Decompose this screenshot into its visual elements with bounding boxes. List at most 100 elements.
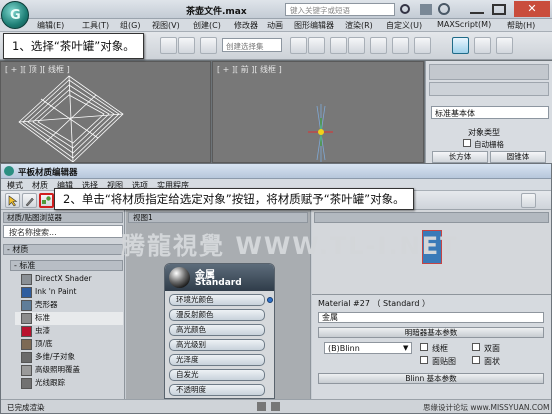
view-tab[interactable]: 视图1 <box>128 212 308 223</box>
material-item-selected[interactable]: 标准 <box>15 312 123 325</box>
tea-canister-wireframe[interactable] <box>1 62 211 162</box>
slate-menu-modes[interactable]: 模式 <box>7 180 23 191</box>
output-socket-icon[interactable] <box>267 297 273 303</box>
node-slot[interactable]: 高光颜色 <box>169 324 265 336</box>
title-bar: 茶壶文件.max 键入关键字或短语 ✕ <box>0 0 552 19</box>
node-header[interactable]: 金属 Standard <box>165 264 274 291</box>
material-swatch-icon <box>21 339 32 350</box>
slate-tool-extra-icon[interactable] <box>521 193 536 208</box>
close-button[interactable]: ✕ <box>514 1 550 17</box>
slate-title-bar: 平板材质编辑器 <box>1 164 551 179</box>
slate-title: 平板材质编辑器 <box>18 168 78 178</box>
viewport-front[interactable]: [ + ][ 前 ][ 线框 ] <box>212 61 424 163</box>
menu-create[interactable]: 创建(C) <box>193 20 221 31</box>
community-icon[interactable] <box>420 4 432 15</box>
material-name-field[interactable]: 金属 <box>318 312 544 323</box>
primitive-type-dropdown[interactable]: 标准基本体 <box>431 106 549 119</box>
menu-group[interactable]: 组(G) <box>120 20 140 31</box>
material-item-label: DirectX Shader <box>35 274 92 283</box>
menu-views[interactable]: 视图(V) <box>152 20 180 31</box>
teapot-render-icon[interactable] <box>496 37 513 54</box>
command-panel: 标准基本体 对象类型 自动栅格 长方体 圆锥体 <box>425 61 552 163</box>
faceted-checkbox[interactable] <box>472 356 480 364</box>
menu-tools[interactable]: 工具(T) <box>82 20 109 31</box>
browser-search-input[interactable]: 按名称搜索... <box>3 225 123 238</box>
node-slot[interactable]: 环境光颜色 <box>169 294 265 306</box>
slate-menu-material[interactable]: 材质 <box>32 180 48 191</box>
menu-rendering[interactable]: 渲染(R) <box>345 20 373 31</box>
two-sided-checkbox[interactable] <box>472 343 480 351</box>
face-map-checkbox[interactable] <box>420 356 428 364</box>
autogrid-label: 自动栅格 <box>474 140 504 149</box>
pick-material-icon[interactable] <box>22 193 37 208</box>
mirror-icon[interactable] <box>290 37 307 54</box>
viewport-top[interactable]: [ + ][ 顶 ][ 线框 ] <box>0 61 211 163</box>
face-map-label: 面贴图 <box>432 357 456 366</box>
material-item-label: 高级照明覆盖 <box>35 365 80 374</box>
group-standard[interactable]: - 标准 <box>10 260 123 271</box>
status-text: 已完成渲染 <box>7 403 45 412</box>
material-item-label: Ink 'n Paint <box>35 287 77 296</box>
material-node-metal[interactable]: 金属 Standard 环境光颜色 漫反射颜色 高光颜色 高光级别 光泽度 自发… <box>164 263 275 399</box>
render-frame-icon[interactable] <box>452 37 469 54</box>
help-icon[interactable] <box>438 3 450 15</box>
object-type-rollout[interactable]: 对象类型 <box>468 127 500 138</box>
menu-edit[interactable]: 编辑(E) <box>37 20 64 31</box>
select-name-icon[interactable] <box>178 37 195 54</box>
box-button[interactable]: 长方体 <box>432 151 488 163</box>
menu-modifiers[interactable]: 修改器 <box>234 20 258 31</box>
selection-set-dropdown[interactable]: 创建选择集 <box>222 38 282 52</box>
pan-icon[interactable] <box>271 402 280 411</box>
menu-help[interactable]: 帮助(H) <box>507 20 535 31</box>
menu-graph-editors[interactable]: 图形编辑器 <box>294 20 334 31</box>
app-logo-icon[interactable]: G <box>1 1 29 29</box>
site-credit: 思缘设计论坛 www.MISSYUAN.COM <box>423 403 550 412</box>
blinn-basic-rollout[interactable]: Blinn 基本参数 <box>318 373 544 384</box>
autogrid-checkbox[interactable] <box>463 139 471 147</box>
render-setup-icon[interactable] <box>414 37 431 54</box>
search-input[interactable]: 键入关键字或短语 <box>285 3 395 16</box>
node-subtitle: Standard <box>195 278 242 288</box>
material-preview-sphere <box>169 267 190 288</box>
node-slot[interactable]: 不透明度 <box>169 384 265 396</box>
command-panel-tabs[interactable] <box>429 64 549 80</box>
chevron-down-icon: ▼ <box>403 344 409 352</box>
curve-editor-icon[interactable] <box>348 37 365 54</box>
group-materials[interactable]: - 材质 <box>3 244 123 255</box>
layer-icon[interactable] <box>330 37 347 54</box>
material-item-label: 虫漆 <box>35 326 50 335</box>
create-category-icons[interactable] <box>429 82 549 96</box>
material-swatch-icon <box>21 326 32 337</box>
search-icon[interactable] <box>400 4 410 14</box>
select-icon[interactable] <box>160 37 177 54</box>
wire-checkbox[interactable] <box>420 343 428 351</box>
node-slot[interactable]: 光泽度 <box>169 354 265 366</box>
schematic-icon[interactable] <box>370 37 387 54</box>
select-tool-icon[interactable] <box>5 193 20 208</box>
shader-basic-rollout[interactable]: 明暗器基本参数 <box>318 327 544 338</box>
primitive-type-value: 标准基本体 <box>435 109 475 118</box>
zoom-icon[interactable] <box>257 402 266 411</box>
two-sided-label: 双面 <box>484 344 500 353</box>
slate-status-bar: 已完成渲染 思缘设计论坛 www.MISSYUAN.COM <box>1 399 551 413</box>
minimize-button[interactable] <box>470 5 484 14</box>
material-editor-icon[interactable] <box>392 37 409 54</box>
snap-icon[interactable] <box>200 37 217 54</box>
node-slot[interactable]: 高光级别 <box>169 339 265 351</box>
node-slot[interactable]: 漫反射颜色 <box>169 309 265 321</box>
material-swatch-icon <box>21 352 32 363</box>
align-icon[interactable] <box>308 37 325 54</box>
assign-material-to-selection-icon[interactable] <box>39 193 54 208</box>
app-logo-glyph: G <box>10 8 21 23</box>
cone-button[interactable]: 圆锥体 <box>490 151 546 163</box>
menu-customize[interactable]: 自定义(U) <box>386 20 422 31</box>
menu-maxscript[interactable]: MAXScript(M) <box>437 20 491 29</box>
render-icon[interactable] <box>474 37 491 54</box>
material-swatch-icon <box>21 313 32 324</box>
material-swatch-icon <box>21 274 32 285</box>
menu-animation[interactable]: 动画 <box>267 20 283 31</box>
shader-dropdown[interactable]: (B)Blinn ▼ <box>324 342 412 354</box>
maximize-button[interactable] <box>492 4 506 15</box>
front-view-wireframe[interactable] <box>213 62 423 162</box>
node-slot[interactable]: 自发光 <box>169 369 265 381</box>
